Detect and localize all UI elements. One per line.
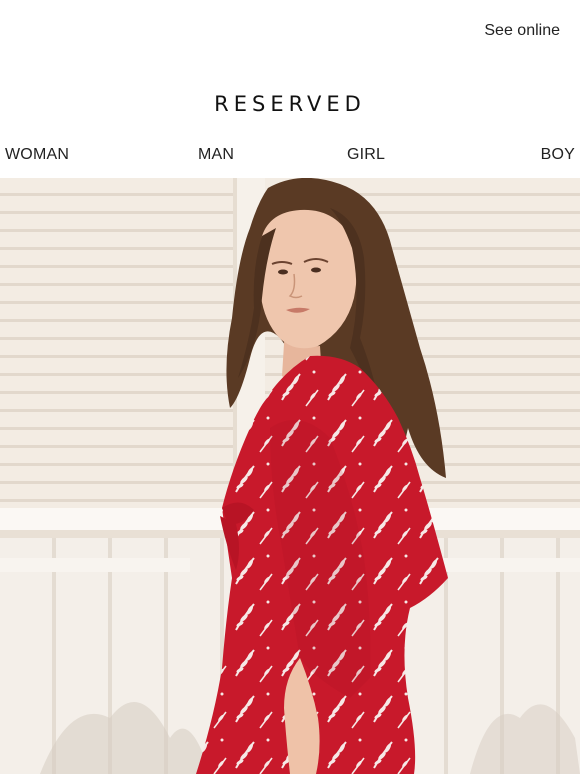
nav-item-girl[interactable]: GIRL (347, 146, 385, 164)
nav-item-woman[interactable]: WOMAN (5, 146, 69, 164)
nav-item-boy[interactable]: BOY (541, 146, 575, 164)
nav-item-man[interactable]: MAN (198, 146, 234, 164)
hero-banner[interactable] (0, 178, 580, 774)
top-bar: See online (0, 0, 580, 60)
main-nav: WOMAN MAN GIRL BOY (0, 146, 580, 168)
brand-logo[interactable]: RESERVED (0, 92, 580, 116)
hero-image (0, 178, 580, 774)
see-online-link[interactable]: See online (484, 22, 560, 40)
